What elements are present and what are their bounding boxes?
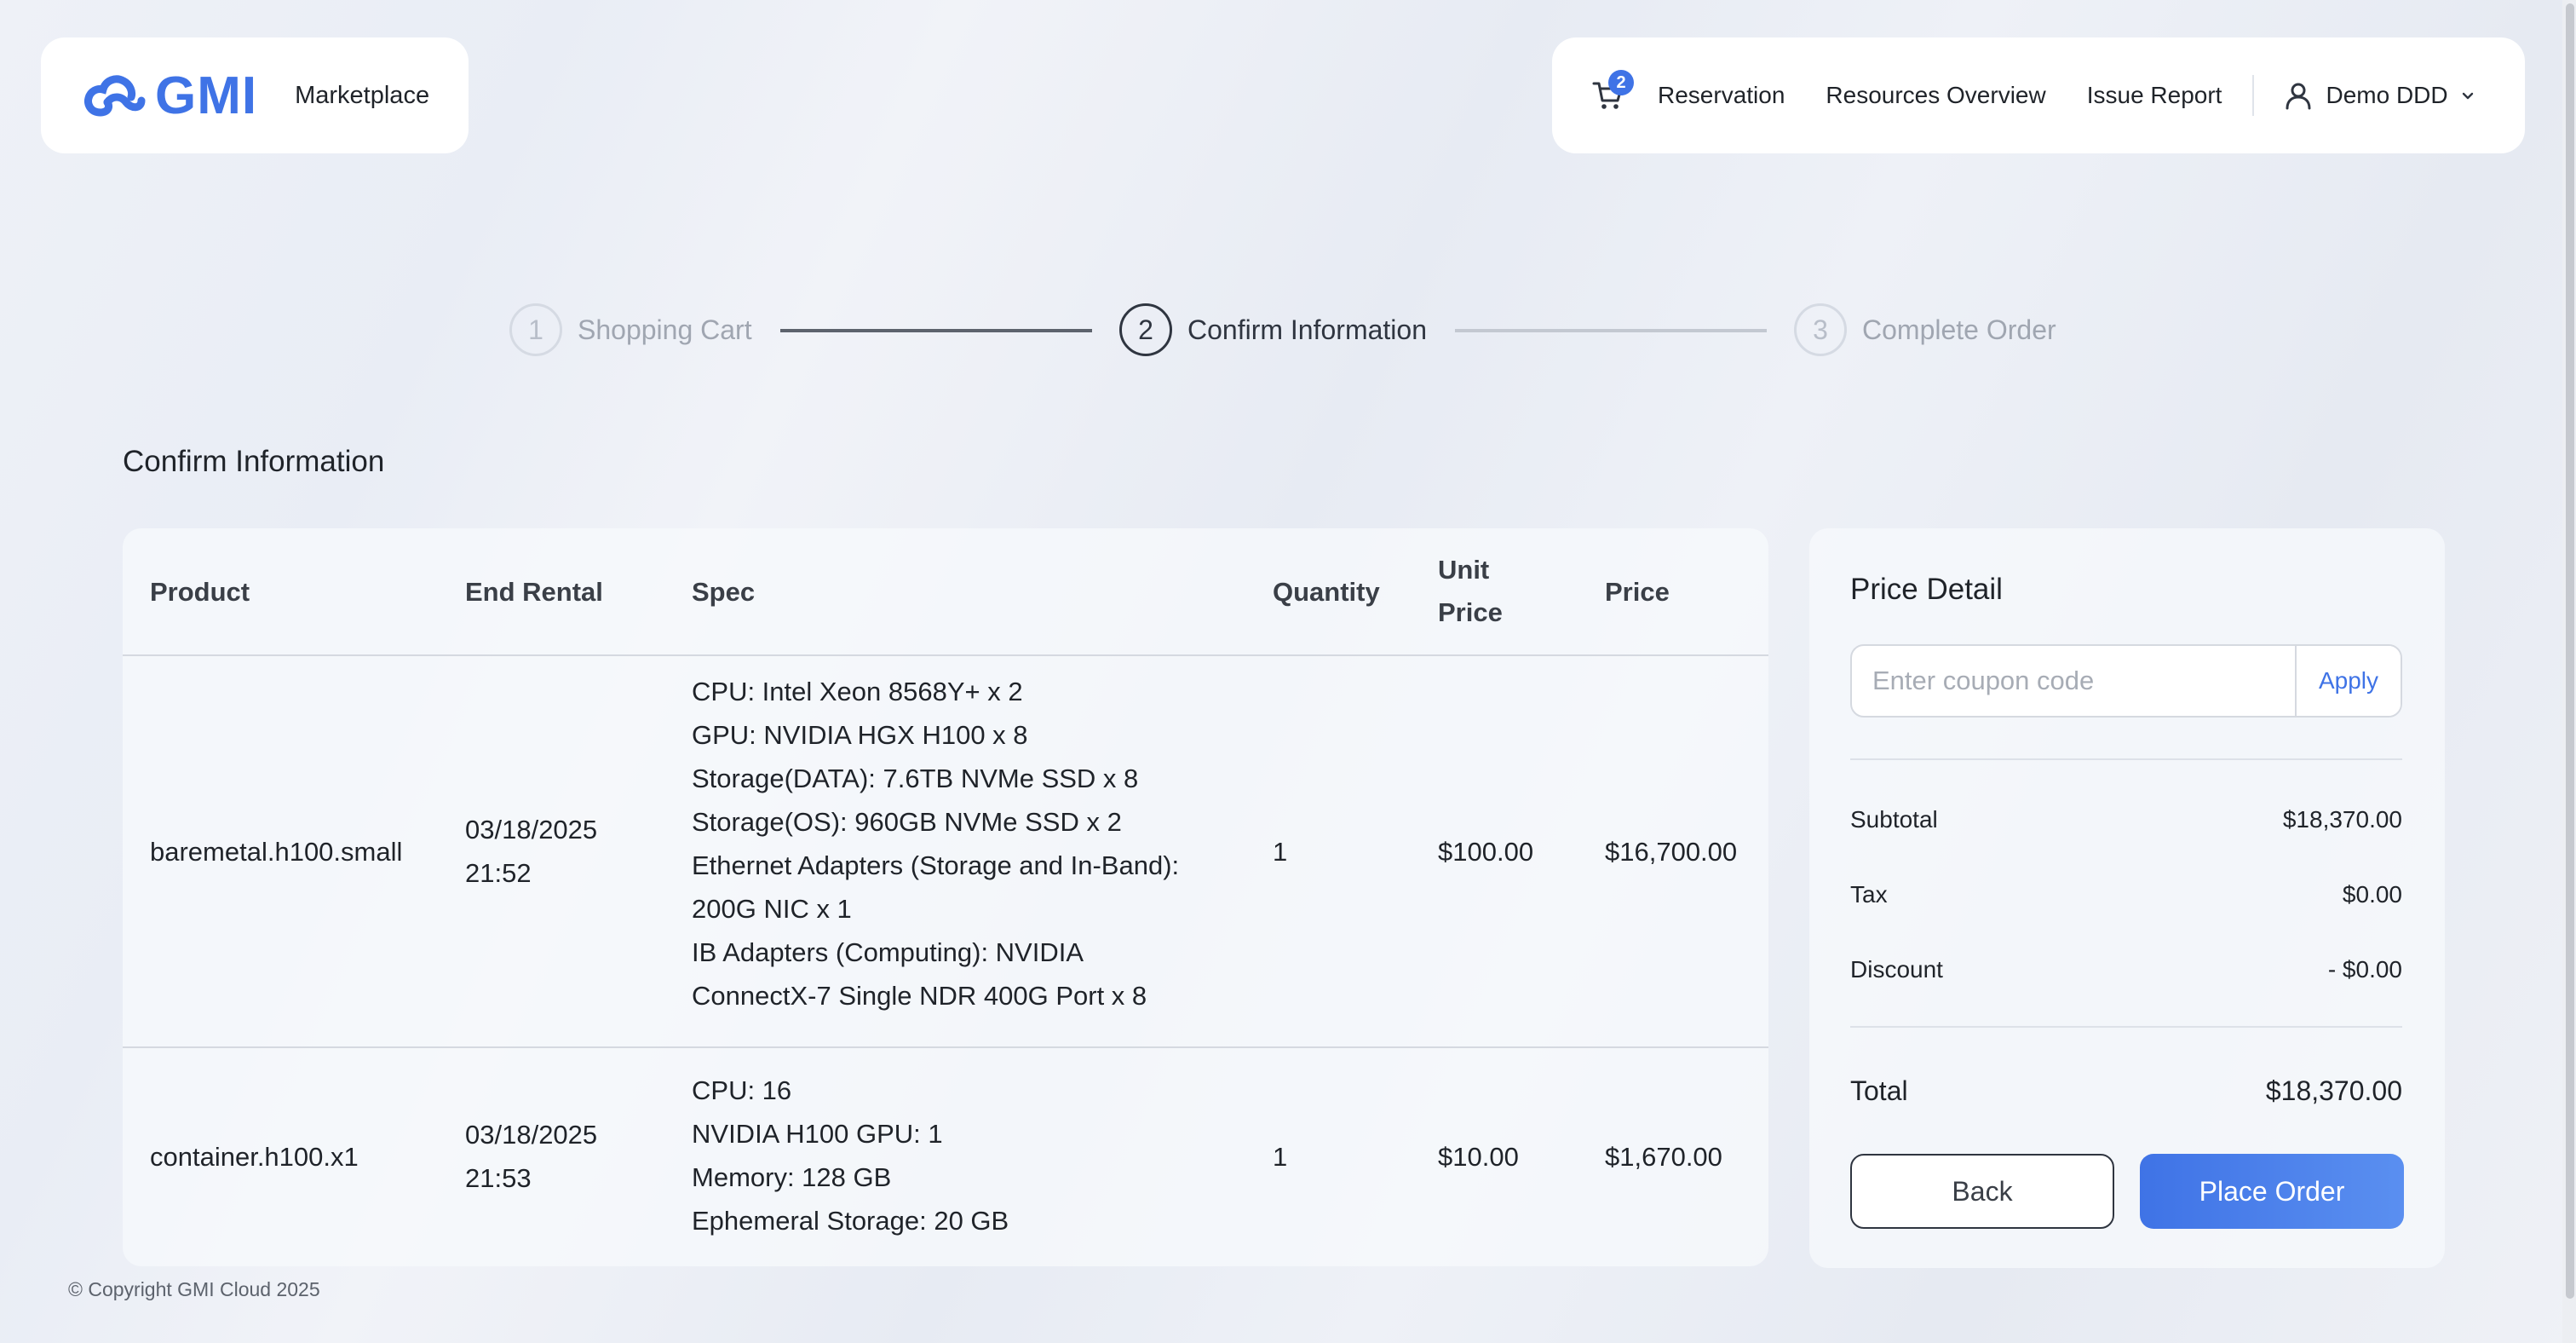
step-number: 2	[1119, 303, 1172, 356]
spec-line: Ephemeral Storage: 20 GB	[692, 1206, 1009, 1236]
apply-coupon-button[interactable]: Apply	[2295, 646, 2401, 716]
cell-price: $16,700.00	[1605, 837, 1738, 867]
cell-price: $1,670.00	[1605, 1142, 1722, 1172]
cart-count-badge: 2	[1608, 70, 1634, 95]
subtotal-label: Subtotal	[1850, 806, 1938, 833]
subtotal-row: Subtotal $18,370.00	[1850, 806, 2402, 833]
end-time: 21:53	[465, 1163, 532, 1193]
col-unit-price: Unit Price	[1438, 549, 1503, 634]
cart-button[interactable]: 2	[1591, 70, 1634, 112]
spec-line: CPU: Intel Xeon 8568Y+ x 2	[692, 677, 1023, 706]
table-row: container.h100.x1 03/18/2025 21:53 CPU: …	[123, 1050, 1768, 1266]
divider	[1850, 1026, 2402, 1028]
end-time: 21:52	[465, 858, 532, 888]
cell-spec: CPU: 16 NVIDIA H100 GPU: 1 Memory: 128 G…	[692, 1069, 1009, 1242]
order-table: Product End Rental Spec Quantity Unit Pr…	[123, 528, 1768, 1266]
end-date: 03/18/2025	[465, 1120, 598, 1150]
tax-value: $0.00	[2342, 881, 2402, 908]
scrollbar-thumb[interactable]	[2566, 3, 2574, 1299]
marketplace-link[interactable]: Marketplace	[295, 82, 429, 110]
cell-product: container.h100.x1	[150, 1142, 359, 1172]
subtotal-value: $18,370.00	[2282, 806, 2402, 833]
gmi-logo[interactable]: GMI	[82, 66, 257, 126]
col-price: Price	[1605, 577, 1670, 607]
cell-unit-price: $10.00	[1438, 1142, 1519, 1172]
checkout-stepper: 1 Shopping Cart 2 Confirm Information 3 …	[0, 303, 2576, 356]
nav-resources-overview[interactable]: Resources Overview	[1826, 82, 2045, 109]
user-name: Demo DDD	[2326, 82, 2448, 108]
spec-line: Storage(DATA): 7.6TB NVMe SSD x 8	[692, 764, 1139, 793]
cell-product: baremetal.h100.small	[150, 837, 403, 867]
spec-line: ConnectX-7 Single NDR 400G Port x 8	[692, 981, 1147, 1011]
user-icon	[2286, 83, 2311, 110]
step-number: 1	[509, 303, 562, 356]
price-detail-title: Price Detail	[1850, 573, 2003, 606]
step-number: 3	[1794, 303, 1847, 356]
end-date: 03/18/2025	[465, 815, 598, 844]
spec-line: Memory: 128 GB	[692, 1162, 892, 1192]
step-connector	[1455, 329, 1767, 332]
spec-line: CPU: 16	[692, 1075, 792, 1105]
discount-label: Discount	[1850, 956, 1943, 983]
step-connector	[780, 329, 1092, 332]
chevron-down-icon	[2462, 92, 2473, 100]
spec-line: NVIDIA H100 GPU: 1	[692, 1119, 943, 1149]
discount-row: Discount - $0.00	[1850, 956, 2402, 983]
step-complete-order: 3 Complete Order	[1794, 303, 2056, 356]
nav-reservation[interactable]: Reservation	[1658, 82, 1785, 109]
cell-quantity: 1	[1273, 1142, 1288, 1172]
step-label: Complete Order	[1862, 314, 2056, 345]
cell-quantity: 1	[1273, 837, 1288, 867]
header-brand-card: GMI Marketplace	[41, 37, 469, 153]
price-detail-panel: Price Detail Apply Subtotal $18,370.00 T…	[1809, 528, 2445, 1268]
col-product: Product	[150, 577, 250, 607]
coupon-input[interactable]	[1852, 646, 2295, 716]
page-scrollbar[interactable]	[2562, 0, 2576, 1343]
spec-line: IB Adapters (Computing): NVIDIA	[692, 937, 1084, 967]
discount-value: - $0.00	[2327, 956, 2402, 983]
cell-unit-price: $100.00	[1438, 837, 1534, 867]
col-spec: Spec	[692, 577, 756, 607]
col-quantity: Quantity	[1273, 577, 1380, 607]
cell-end-rental: 03/18/2025 21:53	[465, 1113, 597, 1200]
spec-line: GPU: NVIDIA HGX H100 x 8	[692, 720, 1028, 750]
step-label: Shopping Cart	[578, 314, 752, 345]
spec-line: Storage(OS): 960GB NVMe SSD x 2	[692, 807, 1122, 837]
step-shopping-cart: 1 Shopping Cart	[509, 303, 752, 356]
total-row: Total $18,370.00	[1850, 1075, 2402, 1107]
divider	[1850, 758, 2402, 760]
logo-text: GMI	[155, 66, 258, 125]
place-order-button[interactable]: Place Order	[2140, 1154, 2404, 1229]
step-label: Confirm Information	[1187, 314, 1427, 345]
header-nav-card: 2 Reservation Resources Overview Issue R…	[1552, 37, 2525, 153]
col-end-rental: End Rental	[465, 577, 603, 607]
step-confirm-information: 2 Confirm Information	[1119, 303, 1427, 356]
nav-divider	[2252, 75, 2255, 116]
spec-line: 200G NIC x 1	[692, 894, 852, 924]
cloud-logo-icon	[84, 75, 146, 117]
total-value: $18,370.00	[2265, 1075, 2402, 1106]
page-title: Confirm Information	[123, 445, 385, 478]
table-header: Product End Rental Spec Quantity Unit Pr…	[123, 528, 1768, 656]
footer-copyright: © Copyright GMI Cloud 2025	[68, 1278, 320, 1300]
cell-end-rental: 03/18/2025 21:52	[465, 808, 597, 895]
col-unit-price-line1: Unit	[1438, 555, 1490, 585]
cell-spec: CPU: Intel Xeon 8568Y+ x 2 GPU: NVIDIA H…	[692, 670, 1179, 1017]
table-row: baremetal.h100.small 03/18/2025 21:52 CP…	[123, 658, 1768, 1048]
back-button[interactable]: Back	[1850, 1154, 2114, 1229]
tax-label: Tax	[1850, 881, 1888, 908]
coupon-group: Apply	[1850, 644, 2402, 718]
col-unit-price-line2: Price	[1438, 597, 1503, 627]
nav-issue-report[interactable]: Issue Report	[2087, 82, 2222, 109]
tax-row: Tax $0.00	[1850, 881, 2402, 908]
total-label: Total	[1850, 1075, 1908, 1106]
spec-line: Ethernet Adapters (Storage and In-Band):	[692, 850, 1180, 880]
user-menu[interactable]: Demo DDD	[2283, 80, 2475, 111]
